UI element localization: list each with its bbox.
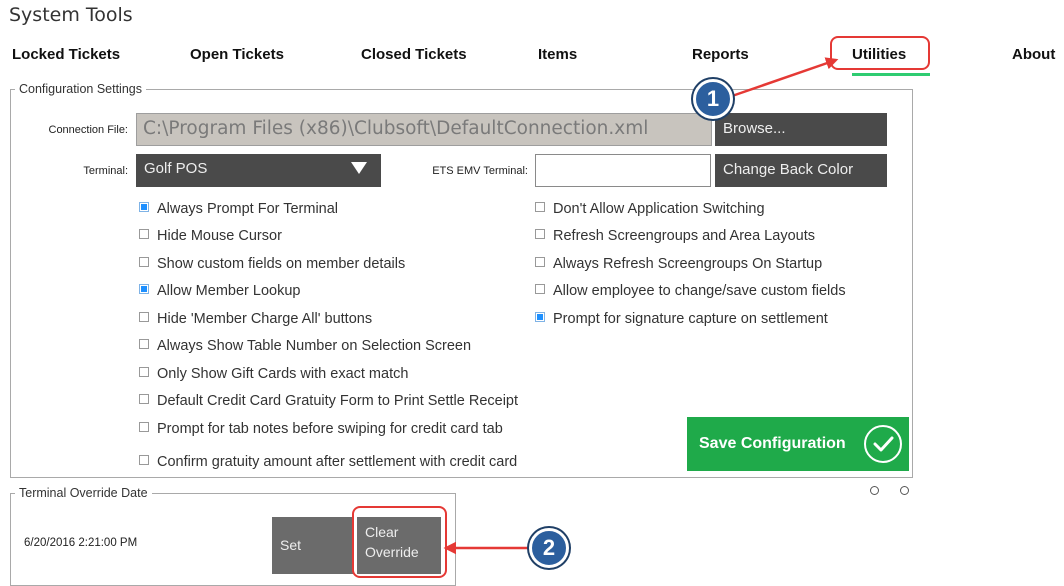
callout-step-2: 2 — [529, 528, 569, 568]
arrow-to-utilities-icon — [731, 57, 839, 98]
callout-step-1: 1 — [693, 79, 733, 119]
annotation-arrows — [443, 57, 839, 555]
